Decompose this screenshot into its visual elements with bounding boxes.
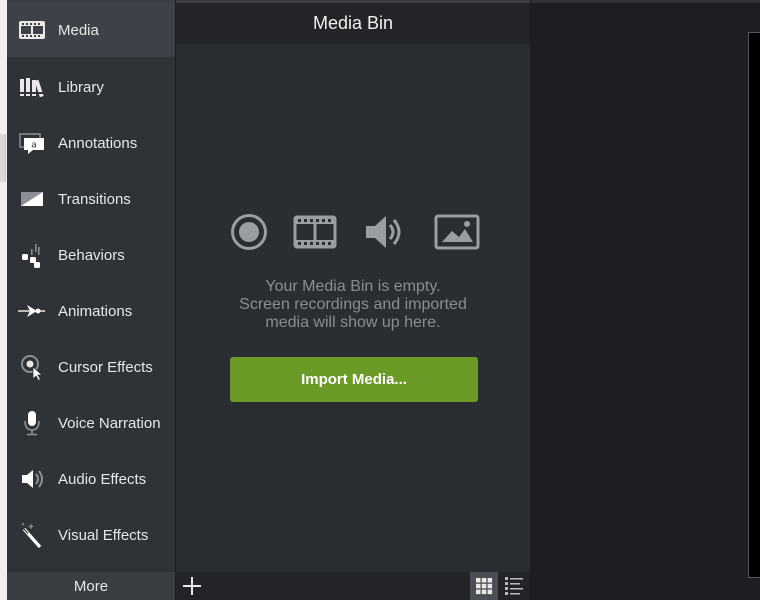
empty-message-line: Screen recordings and imported <box>239 296 467 313</box>
film-icon <box>293 214 337 255</box>
grid-view-button[interactable] <box>470 572 498 600</box>
empty-bin-message: Your Media Bin is empty. Screen recordin… <box>176 278 530 332</box>
audio-icon <box>363 212 409 257</box>
list-view-icon <box>505 577 523 595</box>
list-view-button[interactable] <box>500 572 528 600</box>
speech-bubble-icon: a <box>17 128 47 158</box>
sidebar-item-label: Cursor Effects <box>58 358 153 376</box>
sidebar-item-library[interactable]: Library <box>7 59 175 115</box>
more-button[interactable]: More <box>7 572 175 600</box>
record-icon <box>230 213 268 256</box>
sidebar-item-media[interactable]: Media <box>7 3 175 57</box>
plus-icon <box>183 577 201 595</box>
empty-message-line: Your Media Bin is empty. <box>265 278 441 295</box>
media-type-icons <box>230 212 480 256</box>
microphone-icon <box>17 408 47 438</box>
sidebar-item-visual-effects[interactable]: Visual Effects <box>7 507 175 563</box>
cursor-effect-icon <box>17 352 47 382</box>
media-bin-panel: Media Bin Your Media Bin is empty. Scree… <box>176 0 530 600</box>
import-media-button[interactable]: Import Media... <box>230 357 478 402</box>
canvas-area <box>531 0 760 600</box>
sidebar-item-label: Media <box>58 21 99 39</box>
animation-arrow-icon <box>17 296 47 326</box>
image-icon <box>434 214 480 255</box>
edge-notch <box>0 134 6 182</box>
tools-sidebar: Media Library a Annotations Transitions … <box>7 0 175 600</box>
add-media-button[interactable] <box>180 574 204 598</box>
sidebar-item-transitions[interactable]: Transitions <box>7 171 175 227</box>
sidebar-item-label: Behaviors <box>58 246 125 264</box>
sidebar-item-label: Annotations <box>58 134 138 152</box>
sidebar-item-label: Library <box>58 78 104 96</box>
media-bin-title: Media Bin <box>176 3 530 44</box>
grid-view-icon <box>476 578 493 595</box>
sidebar-item-label: Transitions <box>58 190 131 208</box>
sidebar-item-cursor-effects[interactable]: Cursor Effects <box>7 339 175 395</box>
magic-wand-icon <box>17 520 47 550</box>
empty-message-line: media will show up here. <box>265 314 441 331</box>
sidebar-item-voice-narration[interactable]: Voice Narration <box>7 395 175 451</box>
sidebar-item-label: Visual Effects <box>58 526 149 544</box>
speaker-icon <box>17 464 47 494</box>
library-books-icon <box>17 72 47 102</box>
canvas-top-line <box>531 0 760 3</box>
sidebar-item-annotations[interactable]: a Annotations <box>7 115 175 171</box>
transition-icon <box>17 184 47 214</box>
svg-text:a: a <box>31 141 37 151</box>
sidebar-item-behaviors[interactable]: Behaviors <box>7 227 175 283</box>
sidebar-item-label: Voice Narration <box>58 414 161 432</box>
sidebar-item-animations[interactable]: Animations <box>7 283 175 339</box>
canvas-preview[interactable] <box>748 32 760 578</box>
sidebar-item-label: Audio Effects <box>58 470 147 488</box>
tools-nav: Media Library a Annotations Transitions … <box>7 3 175 563</box>
sidebar-item-label: Animations <box>58 302 133 320</box>
sidebar-item-audio-effects[interactable]: Audio Effects <box>7 451 175 507</box>
left-edge-strip <box>0 0 7 600</box>
bin-footer-bar <box>176 572 530 600</box>
film-strip-icon <box>17 15 47 45</box>
behaviors-icon <box>17 240 47 270</box>
